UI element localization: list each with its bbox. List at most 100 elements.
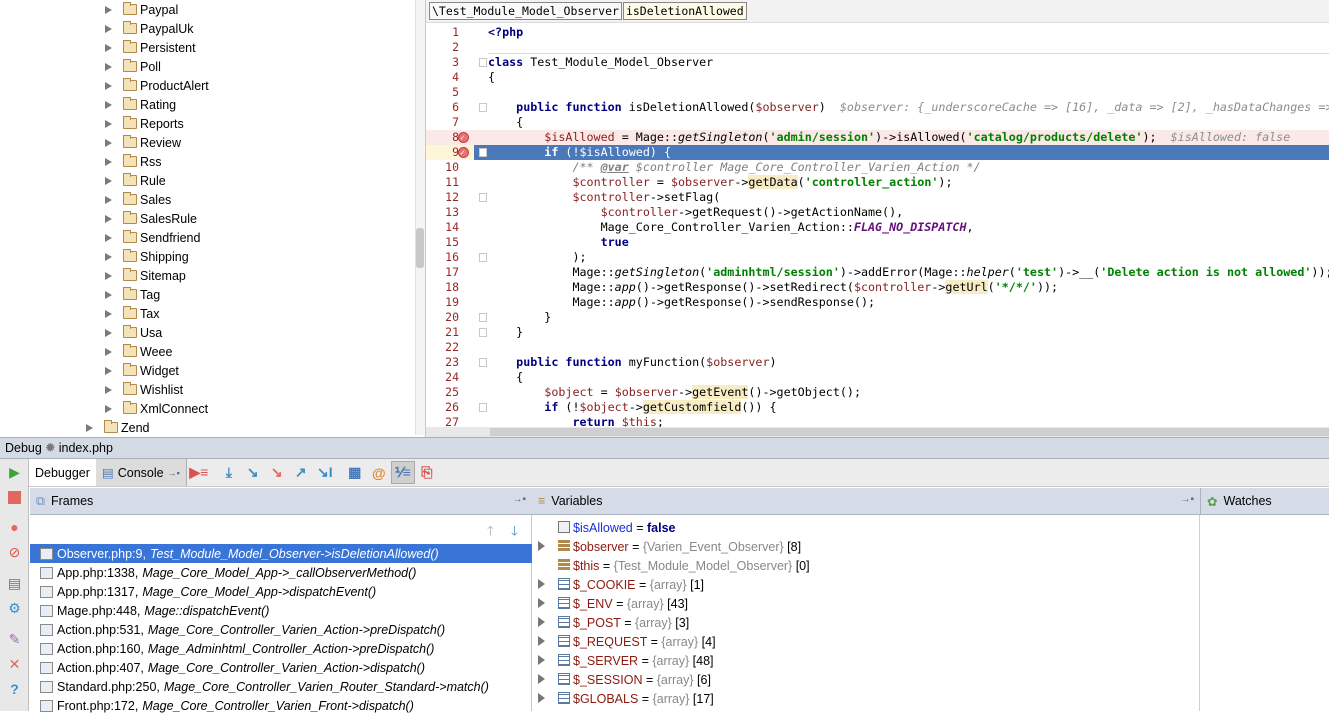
code-line[interactable]: 5 bbox=[426, 85, 1329, 100]
expand-arrow-icon[interactable] bbox=[105, 404, 112, 413]
expand-arrow-icon[interactable] bbox=[105, 271, 112, 280]
code-line[interactable]: 10 /** @var $controller Mage_Core_Contro… bbox=[426, 160, 1329, 175]
tree-item[interactable]: Tax bbox=[105, 304, 159, 323]
code-line[interactable]: 8 $isAllowed = Mage::getSingleton('admin… bbox=[426, 130, 1329, 145]
variable-row[interactable]: $_SESSION = {array} [6] bbox=[532, 670, 1200, 689]
pin-icon[interactable]: →▪ bbox=[1180, 494, 1194, 505]
watch-icon[interactable]: @ bbox=[367, 459, 391, 486]
expand-arrow-icon[interactable] bbox=[105, 252, 112, 261]
tree-item[interactable]: Shipping bbox=[105, 247, 189, 266]
variable-row[interactable]: $isAllowed = false bbox=[532, 518, 1200, 537]
expand-arrow-icon[interactable] bbox=[538, 617, 545, 627]
code-line[interactable]: 22 bbox=[426, 340, 1329, 355]
variable-row[interactable]: $_COOKIE = {array} [1] bbox=[532, 575, 1200, 594]
expand-arrow-icon[interactable] bbox=[86, 423, 93, 432]
code-line[interactable]: 19 Mage::app()->getResponse()->sendRespo… bbox=[426, 295, 1329, 310]
expand-arrow-icon[interactable] bbox=[105, 119, 112, 128]
expand-arrow-icon[interactable] bbox=[538, 541, 545, 551]
expand-arrow-icon[interactable] bbox=[105, 138, 112, 147]
code-line[interactable]: 24 { bbox=[426, 370, 1329, 385]
restore-layout-icon[interactable]: ⎘ bbox=[415, 459, 439, 486]
code-line[interactable]: 16 ); bbox=[426, 250, 1329, 265]
frame-row[interactable]: App.php:1317, Mage_Core_Model_App->dispat… bbox=[30, 582, 532, 601]
fold-marker-icon[interactable] bbox=[479, 328, 487, 337]
expand-arrow-icon[interactable] bbox=[105, 366, 112, 375]
watches-panel[interactable] bbox=[1200, 515, 1329, 711]
tab-console[interactable]: ▤ Console →▪ bbox=[95, 459, 187, 486]
close-icon[interactable]: ✕ bbox=[6, 656, 23, 673]
expand-arrow-icon[interactable] bbox=[538, 636, 545, 646]
tree-item[interactable]: Rule bbox=[105, 171, 166, 190]
step-into-icon[interactable]: ↘ bbox=[241, 459, 265, 486]
code-line[interactable]: 9 if (!$isAllowed) { bbox=[426, 145, 1329, 160]
frame-row[interactable]: Front.php:172, Mage_Core_Controller_Varie… bbox=[30, 696, 532, 715]
code-line[interactable]: 26 if (!$object->getCustomfield()) { bbox=[426, 400, 1329, 415]
expand-arrow-icon[interactable] bbox=[538, 693, 545, 703]
frame-row[interactable]: Action.php:160, Mage_Adminhtml_Controller… bbox=[30, 639, 532, 658]
next-frame-arrow-icon[interactable]: 🡓 bbox=[511, 522, 518, 544]
frame-row[interactable]: Action.php:531, Mage_Core_Controller_Vari… bbox=[30, 620, 532, 639]
expand-arrow-icon[interactable] bbox=[105, 347, 112, 356]
expand-arrow-icon[interactable] bbox=[105, 233, 112, 242]
tree-item[interactable]: PaypalUk bbox=[105, 19, 194, 38]
show-execution-point-icon[interactable]: ▶≡ bbox=[187, 459, 211, 486]
variable-row[interactable]: $observer = {Varien_Event_Observer} [8] bbox=[532, 537, 1200, 556]
code-line[interactable]: 1 <?php bbox=[426, 25, 1329, 40]
tree-item[interactable]: Tag bbox=[105, 285, 160, 304]
tree-item[interactable]: Rss bbox=[105, 152, 162, 171]
tree-item[interactable]: Reports bbox=[105, 114, 184, 133]
fold-marker-icon[interactable] bbox=[479, 358, 487, 367]
tree-item[interactable]: Wishlist bbox=[105, 380, 183, 399]
expand-arrow-icon[interactable] bbox=[105, 24, 112, 33]
expand-arrow-icon[interactable] bbox=[538, 674, 545, 684]
stop-icon[interactable] bbox=[6, 489, 23, 506]
tree-scrollbar-thumb[interactable] bbox=[416, 228, 424, 268]
breadcrumb-method[interactable]: isDeletionAllowed bbox=[622, 2, 747, 20]
code-line[interactable]: 15 true bbox=[426, 235, 1329, 250]
variable-row[interactable]: $_SERVER = {array} [48] bbox=[532, 651, 1200, 670]
expand-arrow-icon[interactable] bbox=[105, 157, 112, 166]
tree-item[interactable]: Zend bbox=[86, 418, 150, 435]
force-step-into-icon[interactable]: ↘ bbox=[265, 459, 289, 486]
variable-row[interactable]: $_REQUEST = {array} [4] bbox=[532, 632, 1200, 651]
pin-icon[interactable]: →▪ bbox=[512, 494, 526, 505]
fold-marker-icon[interactable] bbox=[479, 103, 487, 112]
expand-arrow-icon[interactable] bbox=[105, 385, 112, 394]
expand-arrow-icon[interactable] bbox=[105, 81, 112, 90]
code-line[interactable]: 3 class Test_Module_Model_Observer bbox=[426, 55, 1329, 70]
code-line[interactable]: 21 } bbox=[426, 325, 1329, 340]
variables-tree[interactable]: $isAllowed = false $observer = {Varien_Ev… bbox=[532, 515, 1200, 711]
frame-row[interactable]: Observer.php:9, Test_Module_Model_Observe… bbox=[30, 544, 532, 563]
pin-tab-icon[interactable]: →▪ bbox=[168, 468, 180, 478]
step-out-icon[interactable]: ↗ bbox=[289, 459, 313, 486]
variable-row[interactable]: $_ENV = {array} [43] bbox=[532, 594, 1200, 613]
expand-arrow-icon[interactable] bbox=[105, 290, 112, 299]
frames-list[interactable]: 🡑 🡓 Observer.php:9, Test_Module_Model_Obs… bbox=[30, 515, 532, 713]
expand-arrow-icon[interactable] bbox=[538, 655, 545, 665]
code-line[interactable]: 11 $controller = $observer->getData('con… bbox=[426, 175, 1329, 190]
tree-item[interactable]: Sendfriend bbox=[105, 228, 200, 247]
tree-item[interactable]: Paypal bbox=[105, 0, 178, 19]
expand-arrow-icon[interactable] bbox=[105, 214, 112, 223]
settings-gear-icon[interactable]: ⚙ bbox=[6, 600, 23, 617]
tab-debugger[interactable]: Debugger bbox=[29, 459, 96, 486]
resume-icon[interactable]: ▶ bbox=[6, 464, 23, 481]
fold-marker-icon[interactable] bbox=[479, 193, 487, 202]
expand-arrow-icon[interactable] bbox=[105, 43, 112, 52]
tree-scrollbar[interactable] bbox=[415, 0, 425, 435]
code-editor[interactable]: \Test_Module_Model_Observer isDeletionAl… bbox=[425, 0, 1329, 444]
tree-item[interactable]: Poll bbox=[105, 57, 161, 76]
expand-arrow-icon[interactable] bbox=[105, 5, 112, 14]
expand-arrow-icon[interactable] bbox=[105, 328, 112, 337]
step-over-icon[interactable]: ⤓ bbox=[217, 459, 241, 486]
expand-arrow-icon[interactable] bbox=[105, 309, 112, 318]
code-line[interactable]: 23 public function myFunction($observer) bbox=[426, 355, 1329, 370]
fold-marker-icon[interactable] bbox=[479, 253, 487, 262]
code-line[interactable]: 4{ bbox=[426, 70, 1329, 85]
tree-item[interactable]: Persistent bbox=[105, 38, 196, 57]
code-line[interactable]: 13 $controller->getRequest()->getActionN… bbox=[426, 205, 1329, 220]
tree-item[interactable]: Review bbox=[105, 133, 181, 152]
breakpoint-icon[interactable] bbox=[458, 145, 469, 160]
fold-marker-icon[interactable] bbox=[479, 313, 487, 322]
breadcrumb-class[interactable]: \Test_Module_Model_Observer bbox=[429, 2, 622, 20]
